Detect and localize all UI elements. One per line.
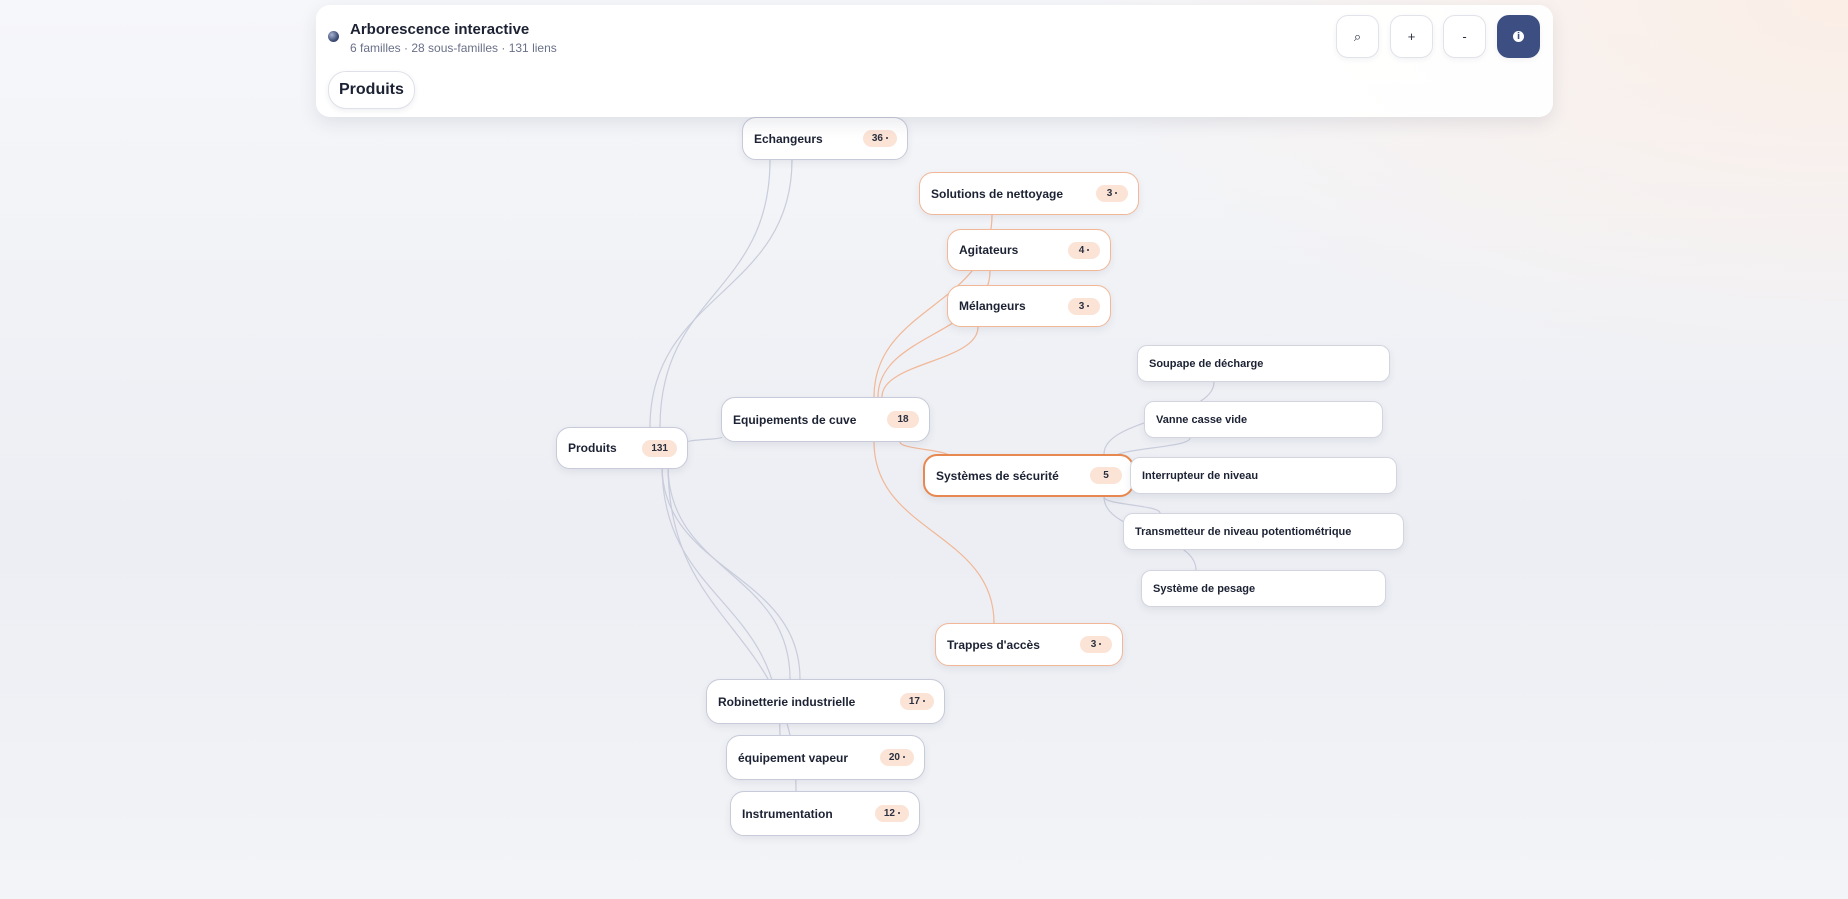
zoom-out-button[interactable]: - <box>1443 15 1486 58</box>
node-leaf-soupape-de-decharge[interactable]: Soupape de décharge <box>1137 345 1390 382</box>
count-badge: 131 <box>642 439 677 457</box>
node-sub-agitateurs[interactable]: Agitateurs 4 <box>947 229 1111 271</box>
info-button[interactable]: i <box>1497 15 1540 58</box>
expand-dot-icon <box>1087 304 1090 307</box>
count-badge: 17 <box>899 693 934 710</box>
tree-canvas[interactable]: Produits 131 Echangeurs 36 Equipements d… <box>0 0 1848 899</box>
count-badge: 3 <box>1068 297 1100 315</box>
node-family-robinetterie-industrielle[interactable]: Robinetterie industrielle 17 <box>706 679 945 724</box>
node-label: Système de pesage <box>1153 582 1256 595</box>
edge-connector <box>661 464 801 680</box>
node-family-equipements-de-cuve[interactable]: Equipements de cuve 18 <box>721 397 930 442</box>
node-label: Echangeurs <box>754 131 823 146</box>
count-badge: 36 <box>862 130 897 147</box>
expand-dot-icon <box>1115 192 1118 195</box>
node-label: équipement vapeur <box>738 750 849 765</box>
breadcrumb-produits[interactable]: Produits <box>328 71 415 109</box>
count-badge: 12 <box>874 805 909 822</box>
node-family-echangeurs[interactable]: Echangeurs 36 <box>742 117 908 160</box>
expand-dot-icon <box>1087 248 1090 251</box>
plus-icon: + <box>1407 29 1416 44</box>
node-leaf-transmetteur-de-niveau-potentiometrique[interactable]: Transmetteur de niveau potentiométrique <box>1123 513 1404 550</box>
search-button[interactable]: ⌕ <box>1336 15 1379 58</box>
node-sub-systemes-de-securite[interactable]: Systèmes de sécurité 5 <box>923 454 1134 497</box>
node-label: Instrumentation <box>742 806 833 821</box>
node-label: Mélangeurs <box>959 299 1026 313</box>
edge-connector <box>667 464 791 680</box>
edge-connector <box>1103 496 1161 514</box>
count-badge: 3 <box>1080 636 1112 653</box>
edge-connector <box>649 159 793 428</box>
expand-dot-icon <box>886 137 888 140</box>
count-badge: 4 <box>1068 241 1100 259</box>
node-label: Systèmes de sécurité <box>936 468 1059 483</box>
node-sub-melangeurs[interactable]: Mélangeurs 3 <box>947 285 1111 327</box>
node-label: Produits <box>568 441 617 455</box>
node-label: Solutions de nettoyage <box>931 186 1064 201</box>
node-label: Vanne casse vide <box>1156 413 1248 426</box>
node-family-equipement-vapeur[interactable]: équipement vapeur 20 <box>726 735 925 780</box>
expand-dot-icon <box>923 700 925 703</box>
minus-icon: - <box>1462 29 1467 44</box>
app-logo-icon <box>328 31 339 42</box>
node-sub-trappes-d-acces[interactable]: Trappes d'accès 3 <box>935 623 1123 666</box>
node-label: Transmetteur de niveau potentiométrique <box>1135 525 1352 538</box>
app-subtitle: 6 familles · 28 sous-familles · 131 lien… <box>350 41 557 55</box>
count-badge: 5 <box>1090 467 1122 484</box>
node-label: Agitateurs <box>959 243 1019 257</box>
edge-connector <box>687 436 723 443</box>
expand-dot-icon <box>903 756 905 759</box>
node-label: Equipements de cuve <box>733 412 857 427</box>
search-icon: ⌕ <box>1353 28 1362 44</box>
node-label: Interrupteur de niveau <box>1142 469 1259 482</box>
node-leaf-systeme-de-pesage[interactable]: Système de pesage <box>1141 570 1386 607</box>
expand-dot-icon <box>1099 643 1102 646</box>
header-panel: Arborescence interactive 6 familles · 28… <box>316 5 1553 117</box>
count-badge: 18 <box>887 411 919 428</box>
app-title: Arborescence interactive <box>350 21 530 38</box>
expand-dot-icon <box>898 812 900 815</box>
zoom-in-button[interactable]: + <box>1390 15 1433 58</box>
info-icon: i <box>1513 31 1524 42</box>
node-family-instrumentation[interactable]: Instrumentation 12 <box>730 791 920 836</box>
count-badge: 20 <box>879 749 914 766</box>
count-badge: 3 <box>1096 185 1128 202</box>
edge-connector <box>659 159 771 428</box>
node-root-produits[interactable]: Produits 131 <box>556 427 688 469</box>
node-leaf-vanne-casse-vide[interactable]: Vanne casse vide <box>1144 401 1383 438</box>
node-label: Soupape de décharge <box>1149 357 1264 370</box>
node-label: Robinetterie industrielle <box>718 694 856 709</box>
node-sub-solutions-de-nettoyage[interactable]: Solutions de nettoyage 3 <box>919 172 1139 215</box>
node-label: Trappes d'accès <box>947 637 1040 652</box>
node-leaf-interrupteur-de-niveau[interactable]: Interrupteur de niveau <box>1130 457 1397 494</box>
